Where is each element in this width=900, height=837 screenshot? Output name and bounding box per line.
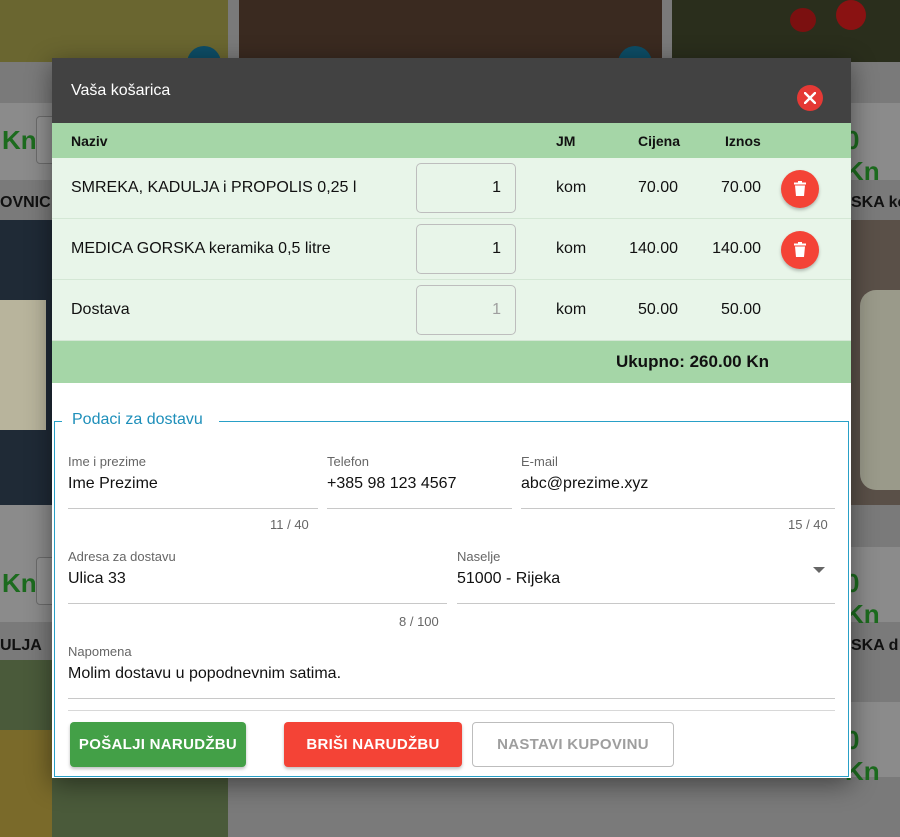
bg-product-name: ULJA [0,637,42,654]
item-unit: kom [556,301,587,318]
column-name: Naziv [71,133,108,149]
product-image [239,0,662,62]
item-price: 70.00 [637,179,678,196]
name-label: Ime i prezime [68,454,147,469]
note-value[interactable]: Molim dostavu u popodnevnim satima. [68,665,835,683]
phone-field[interactable]: Telefon +385 98 123 4567 [327,454,512,509]
item-price: 140.00 [629,240,678,257]
bg-product-name: OVNIC [0,194,51,211]
cart-modal: Vaša košarica Naziv JM Cijena Iznos SMRE… [52,58,851,778]
delete-item-button[interactable] [781,170,819,208]
modal-header: Vaša košarica [52,58,851,123]
note-label: Napomena [68,644,132,659]
delete-item-button[interactable] [781,231,819,269]
phone-value[interactable]: +385 98 123 4567 [327,475,512,493]
cart-row: SMREKA, KADULJA i PROPOLIS 0,25 l kom 70… [52,158,851,219]
cart-row-delivery: Dostava kom 50.00 50.00 [52,280,851,341]
cart-table-header: Naziv JM Cijena Iznos [52,123,851,158]
city-label: Naselje [457,549,501,564]
item-name: MEDICA GORSKA keramika 0,5 litre [71,240,331,257]
column-amount: Iznos [725,133,761,149]
address-field[interactable]: Adresa za dostavu Ulica 33 [68,549,447,604]
delivery-fieldset: Podaci za dostavu Ime i prezime Ime Prez… [54,411,849,777]
email-counter: 15 / 40 [788,517,828,532]
address-counter: 8 / 100 [399,614,439,629]
item-name: Dostava [71,301,130,318]
note-field[interactable]: Napomena Molim dostavu u popodnevnim sat… [68,644,835,711]
bg-price: Kn [2,568,37,598]
close-icon [804,92,816,104]
city-value[interactable]: 51000 - Rijeka [457,570,835,588]
quantity-input[interactable] [416,163,516,213]
quantity-input-disabled [416,285,516,335]
name-value[interactable]: Ime Prezime [68,475,318,493]
bg-product-name: SKA ke [851,194,900,211]
cart-total: Ukupno: 260.00 Kn [52,341,851,383]
item-unit: kom [556,240,587,257]
city-select[interactable]: Naselje 51000 - Rijeka [457,549,835,604]
item-amount: 140.00 [712,240,761,257]
email-label: E-mail [521,454,558,469]
trash-icon [794,242,806,257]
bg-price: 0 Kn [845,725,880,786]
email-field[interactable]: E-mail abc@prezime.xyz [521,454,835,509]
delivery-legend: Podaci za dostavu [72,411,203,428]
item-unit: kom [556,179,587,196]
item-amount: 50.00 [720,301,761,318]
send-order-button[interactable]: POŠALJI NARUDŽBU [70,722,246,767]
email-value[interactable]: abc@prezime.xyz [521,475,835,493]
phone-label: Telefon [327,454,369,469]
close-button[interactable] [797,85,823,111]
address-label: Adresa za dostavu [68,549,176,564]
continue-shopping-button[interactable]: NASTAVI KUPOVINU [472,722,674,767]
delete-order-button[interactable]: BRIŠI NARUDŽBU [284,722,462,767]
column-price: Cijena [638,133,681,149]
item-name: SMREKA, KADULJA i PROPOLIS 0,25 l [71,179,357,196]
bg-price: 0 Kn [845,125,880,186]
item-price: 50.00 [637,301,678,318]
dropdown-arrow-icon[interactable] [813,567,825,573]
quantity-input[interactable] [416,224,516,274]
column-unit: JM [556,133,576,149]
name-field[interactable]: Ime i prezime Ime Prezime [68,454,318,509]
total-label: Ukupno: 260.00 Kn [615,352,769,371]
bg-product-name: SKA d [851,637,899,654]
bg-price: 0 Kn [845,568,880,629]
bg-price: Kn [2,125,37,155]
address-value[interactable]: Ulica 33 [68,570,447,588]
trash-icon [794,181,806,196]
modal-title: Vaša košarica [71,82,171,99]
product-image [672,0,900,62]
name-counter: 11 / 40 [270,517,309,532]
item-amount: 70.00 [720,179,761,196]
cart-row: MEDICA GORSKA keramika 0,5 litre kom 140… [52,219,851,280]
